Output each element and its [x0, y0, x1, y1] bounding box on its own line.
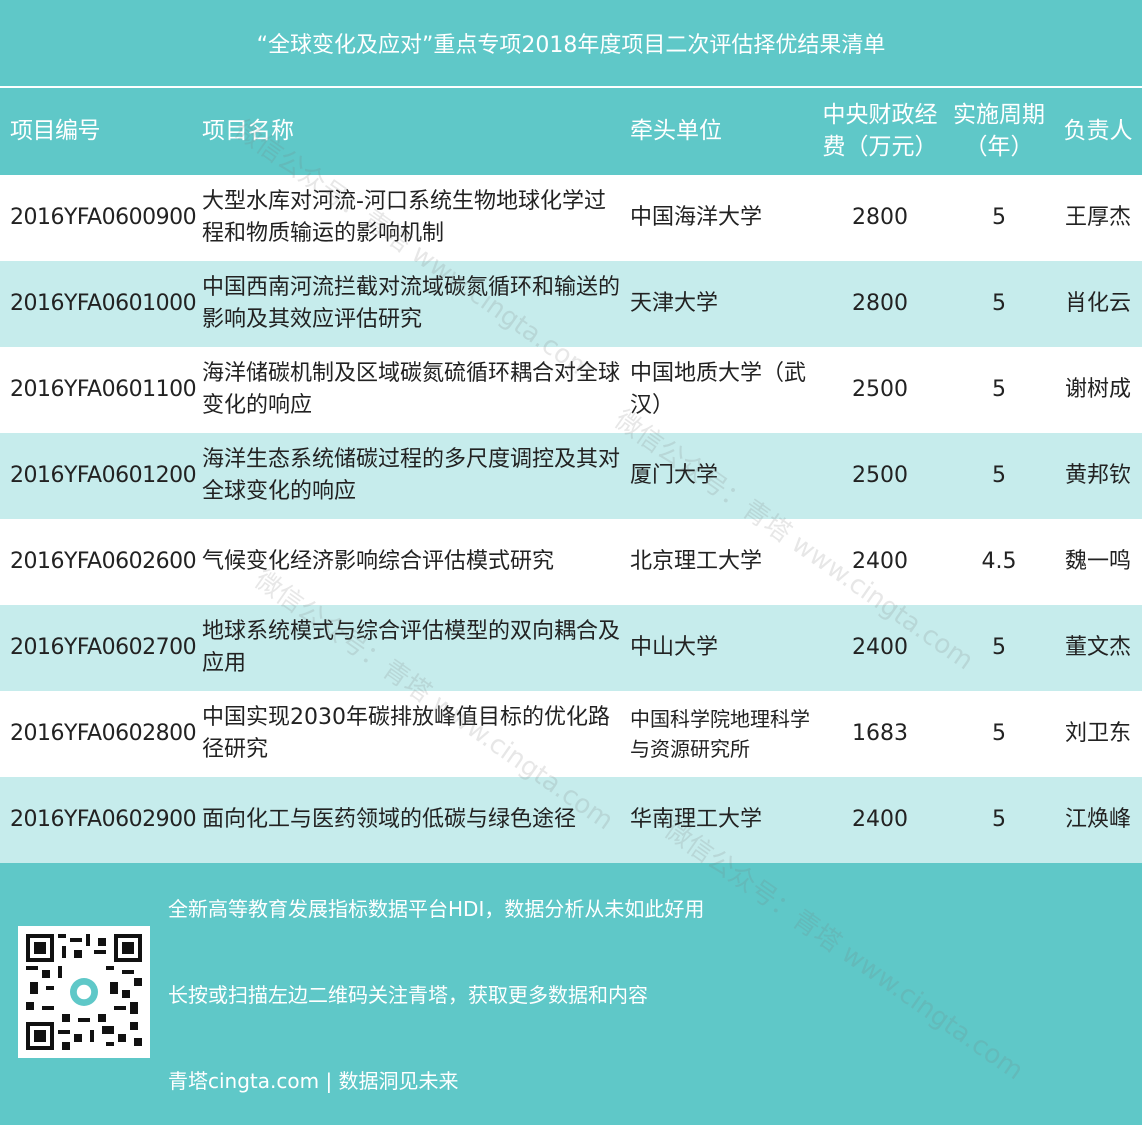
cell-org: 华南理工大学: [626, 777, 816, 863]
qr-code-icon[interactable]: [18, 926, 150, 1058]
footer-line-brand: 青塔cingta.com | 数据洞见未来: [168, 1069, 459, 1093]
cell-period: 5: [944, 261, 1054, 347]
cell-name: 气候变化经济影响综合评估模式研究: [198, 519, 626, 605]
cell-org: 中国地质大学（武汉）: [626, 347, 816, 433]
cell-funding: 2400: [816, 519, 944, 605]
cell-lead: 谢树成: [1054, 347, 1142, 433]
cell-period: 5: [944, 605, 1054, 691]
cell-period: 5: [944, 691, 1054, 777]
cell-org: 北京理工大学: [626, 519, 816, 605]
header-org: 牵头单位: [626, 86, 816, 175]
cell-funding: 2400: [816, 605, 944, 691]
page-title-text: “全球变化及应对”重点专项2018年度项目二次评估择优结果清单: [256, 33, 886, 58]
cell-funding: 2500: [816, 347, 944, 433]
cell-lead: 魏一鸣: [1054, 519, 1142, 605]
cell-period: 5: [944, 347, 1054, 433]
results-table: 项目编号 项目名称 牵头单位 中央财政经 费（万元） 实施周期 （年） 负责人 …: [0, 86, 1142, 863]
table-row: 2016YFA0602600 气候变化经济影响综合评估模式研究 北京理工大学 2…: [0, 519, 1142, 605]
cell-lead: 刘卫东: [1054, 691, 1142, 777]
cell-name: 海洋储碳机制及区域碳氮硫循环耦合对全球变化的响应: [198, 347, 626, 433]
cell-funding: 2800: [816, 261, 944, 347]
header-funding: 中央财政经 费（万元）: [816, 86, 944, 175]
table-row: 2016YFA0601100 海洋储碳机制及区域碳氮硫循环耦合对全球变化的响应 …: [0, 347, 1142, 433]
cell-name: 面向化工与医药领域的低碳与绿色途径: [198, 777, 626, 863]
table-row: 2016YFA0602900 面向化工与医药领域的低碳与绿色途径 华南理工大学 …: [0, 777, 1142, 863]
header-period-line2: （年）: [964, 133, 1034, 160]
cell-org: 中山大学: [626, 605, 816, 691]
cell-funding: 2500: [816, 433, 944, 519]
cell-funding: 2400: [816, 777, 944, 863]
header-lead: 负责人: [1054, 86, 1142, 175]
cell-name: 中国实现2030年碳排放峰值目标的优化路径研究: [198, 691, 626, 777]
table-row: 2016YFA0602800 中国实现2030年碳排放峰值目标的优化路径研究 中…: [0, 691, 1142, 777]
qr-code-graphic: [26, 934, 142, 1050]
footer-line-platform: 全新高等教育发展指标数据平台HDI，数据分析从未如此好用: [168, 897, 705, 921]
cell-lead: 董文杰: [1054, 605, 1142, 691]
cell-id: 2016YFA0602900: [0, 777, 198, 863]
cell-lead: 黄邦钦: [1054, 433, 1142, 519]
cell-id: 2016YFA0602800: [0, 691, 198, 777]
cell-name: 大型水库对河流-河口系统生物地球化学过程和物质输运的影响机制: [198, 175, 626, 261]
cell-id: 2016YFA0601000: [0, 261, 198, 347]
cell-org: 中国海洋大学: [626, 175, 816, 261]
table-header-row: 项目编号 项目名称 牵头单位 中央财政经 费（万元） 实施周期 （年） 负责人: [0, 86, 1142, 175]
cell-org: 厦门大学: [626, 433, 816, 519]
table-row: 2016YFA0600900 大型水库对河流-河口系统生物地球化学过程和物质输运…: [0, 175, 1142, 261]
cell-lead: 江焕峰: [1054, 777, 1142, 863]
table-row: 2016YFA0601000 中国西南河流拦截对流域碳氮循环和输送的影响及其效应…: [0, 261, 1142, 347]
header-name: 项目名称: [198, 86, 626, 175]
cell-name: 中国西南河流拦截对流域碳氮循环和输送的影响及其效应评估研究: [198, 261, 626, 347]
cell-period: 4.5: [944, 519, 1054, 605]
cell-period: 5: [944, 777, 1054, 863]
cell-period: 5: [944, 175, 1054, 261]
cell-id: 2016YFA0602600: [0, 519, 198, 605]
header-funding-line1: 中央财政经: [822, 102, 938, 129]
header-id: 项目编号: [0, 86, 198, 175]
cell-lead: 肖化云: [1054, 261, 1142, 347]
cell-funding: 1683: [816, 691, 944, 777]
cell-id: 2016YFA0600900: [0, 175, 198, 261]
cell-lead: 王厚杰: [1054, 175, 1142, 261]
page-title: “全球变化及应对”重点专项2018年度项目二次评估择优结果清单: [0, 0, 1142, 86]
header-funding-line2: 费（万元）: [822, 133, 938, 160]
cell-org: 天津大学: [626, 261, 816, 347]
cell-id: 2016YFA0602700: [0, 605, 198, 691]
cell-name: 海洋生态系统储碳过程的多尺度调控及其对全球变化的响应: [198, 433, 626, 519]
footer-banner: 全新高等教育发展指标数据平台HDI，数据分析从未如此好用 长按或扫描左边二维码关…: [0, 863, 1142, 1125]
table-row: 2016YFA0602700 地球系统模式与综合评估模型的双向耦合及应用 中山大…: [0, 605, 1142, 691]
cell-org: 中国科学院地理科学与资源研究所: [626, 691, 816, 777]
footer-line-follow: 长按或扫描左边二维码关注青塔，获取更多数据和内容: [168, 983, 648, 1007]
header-period: 实施周期 （年）: [944, 86, 1054, 175]
cell-period: 5: [944, 433, 1054, 519]
header-period-line1: 实施周期: [953, 102, 1045, 129]
cell-funding: 2800: [816, 175, 944, 261]
cell-id: 2016YFA0601200: [0, 433, 198, 519]
cell-name: 地球系统模式与综合评估模型的双向耦合及应用: [198, 605, 626, 691]
cell-id: 2016YFA0601100: [0, 347, 198, 433]
table-row: 2016YFA0601200 海洋生态系统储碳过程的多尺度调控及其对全球变化的响…: [0, 433, 1142, 519]
